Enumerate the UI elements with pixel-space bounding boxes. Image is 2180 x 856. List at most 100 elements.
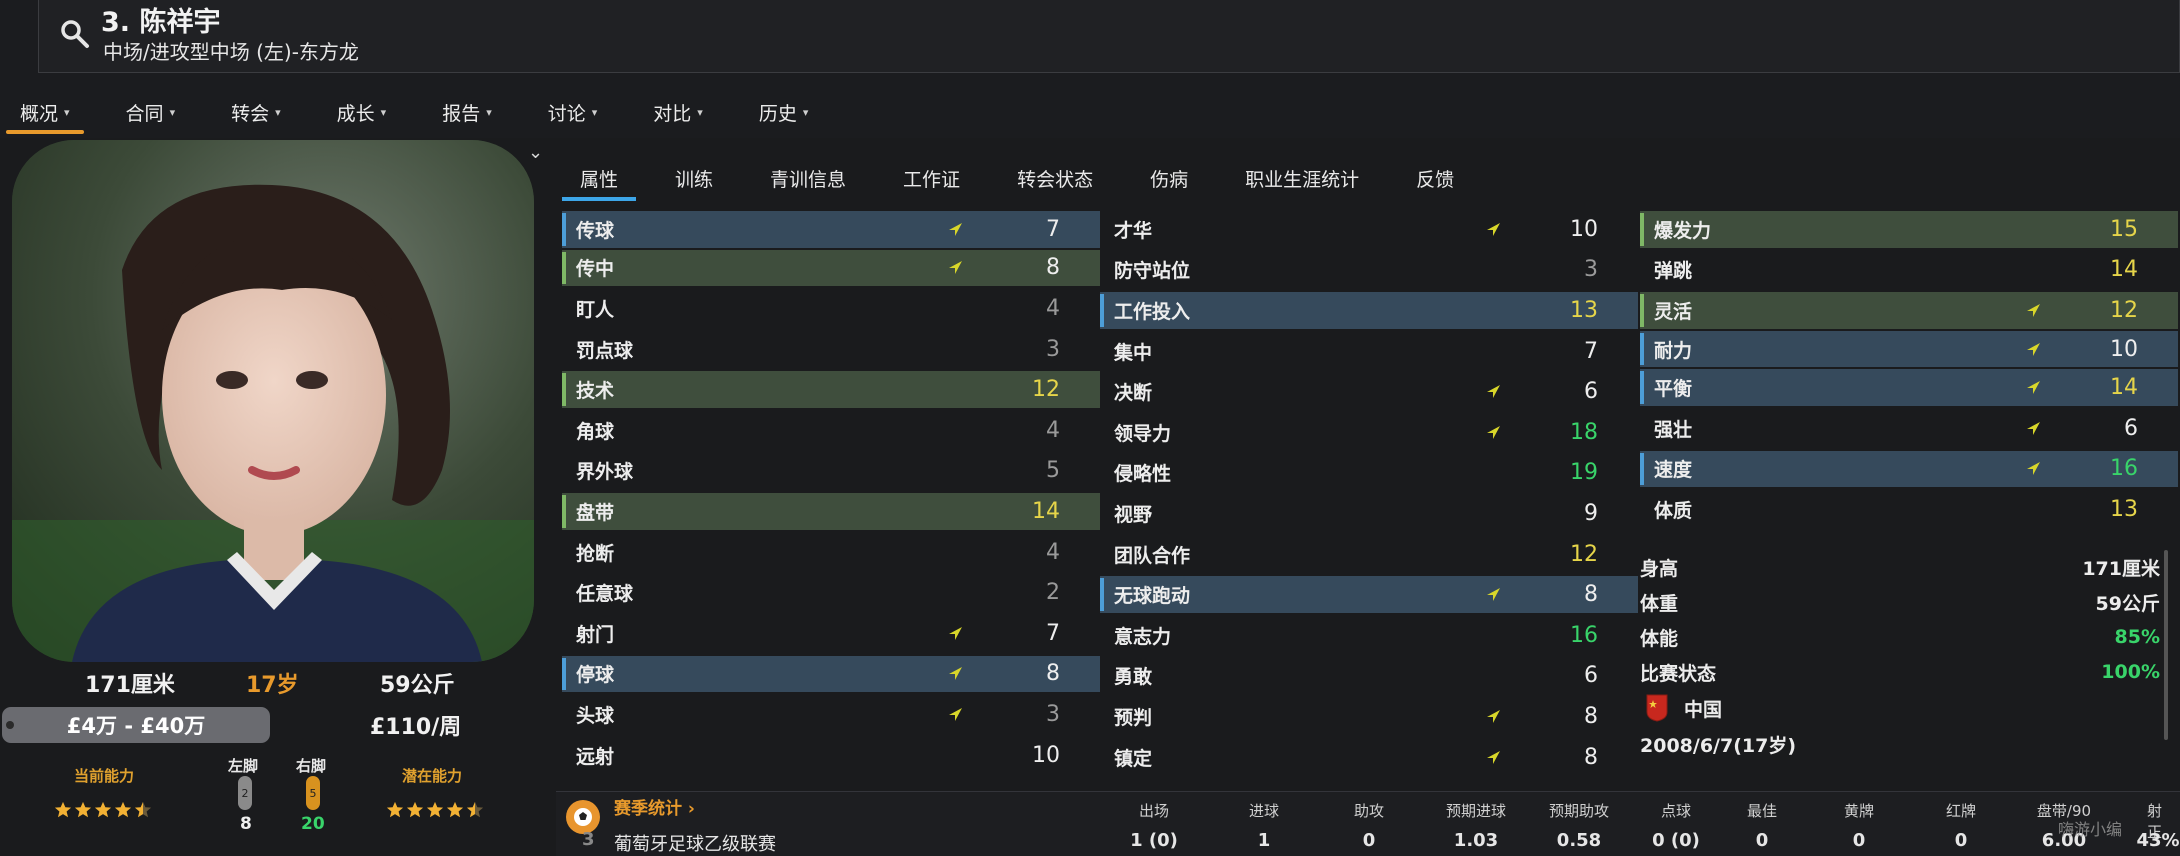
nav-item-3[interactable]: 成长 ▾ [317,90,401,134]
stat-header[interactable]: 红牌 [1946,800,1976,821]
stat-header[interactable]: 预期助攻 [1549,800,1609,821]
star-icon [466,801,484,823]
tab-2[interactable]: 青训信息 [750,158,866,198]
tab-4[interactable]: 转会状态 [997,158,1113,198]
attribute-value: 9 [1584,500,1598,526]
attribute-row-physical-4[interactable]: 平衡 14 [1640,369,2178,406]
info-nation-row[interactable]: 中国 [1640,692,2160,724]
nav-item-5[interactable]: 讨论 ▾ [528,90,612,134]
attribute-row-technical-10[interactable]: 射门 7 [562,613,1100,654]
attribute-value: 12 [1570,541,1598,567]
attribute-row-physical-7[interactable]: 体质 13 [1640,489,2178,530]
info-height-label: 身高 [1640,557,1679,580]
attribute-row-technical-4[interactable]: 技术 12 [562,371,1100,408]
league-name[interactable]: 葡萄牙足球乙级联赛 [614,830,776,856]
nav-item-0[interactable]: 概况 ▾ [0,90,84,134]
attribute-row-technical-3[interactable]: 罚点球 3 [562,329,1100,370]
attribute-row-mental-2[interactable]: 工作投入 13 [1100,292,1638,329]
attribute-row-mental-10[interactable]: 意志力 16 [1100,615,1638,656]
attribute-name: 防守站位 [1114,260,1191,283]
attribute-row-physical-5[interactable]: 强壮 6 [1640,408,2178,449]
tab-7[interactable]: 反馈 [1396,158,1474,198]
league-badge-icon: 3 [582,829,595,850]
attribute-row-technical-1[interactable]: 传中 8 [562,249,1100,287]
attribute-row-mental-7[interactable]: 视野 9 [1100,493,1638,534]
attribute-row-mental-6[interactable]: 侵略性 19 [1100,453,1638,494]
attribute-value: 12 [1032,377,1060,403]
attribute-row-technical-8[interactable]: 抢断 4 [562,532,1100,573]
stat-header[interactable]: 黄牌 [1844,800,1874,821]
right-foot-value: 20 [301,814,325,834]
stat-header[interactable]: 进球 [1249,800,1279,821]
progress-arrow-icon [947,625,964,642]
attribute-value: 16 [1570,622,1598,648]
attribute-row-technical-7[interactable]: 盘带 14 [562,493,1100,530]
attribute-row-technical-0[interactable]: 传球 7 [562,211,1100,248]
attribute-row-mental-12[interactable]: 预判 8 [1100,696,1638,737]
chevron-down-icon: ▾ [591,105,598,119]
star-icon [426,801,444,823]
nav-item-7[interactable]: 历史 ▾ [739,90,823,134]
attribute-row-mental-5[interactable]: 领导力 18 [1100,412,1638,453]
nav-item-1[interactable]: 合同 ▾ [106,90,190,134]
attribute-row-mental-4[interactable]: 决断 6 [1100,371,1638,412]
attribute-row-technical-13[interactable]: 远射 10 [562,735,1100,776]
attribute-value: 3 [1584,257,1598,283]
attribute-name: 传球 [576,219,615,242]
attribute-row-mental-0[interactable]: 才华 10 [1100,209,1638,250]
attribute-row-physical-6[interactable]: 速度 16 [1640,450,2178,488]
attribute-row-mental-11[interactable]: 勇敢 6 [1100,656,1638,697]
info-form-row: 比赛状态 100% [1640,656,2160,688]
attribute-name: 镇定 [1114,747,1153,770]
attribute-row-physical-0[interactable]: 爆发力 15 [1640,211,2178,248]
tab-3[interactable]: 工作证 [883,158,980,198]
progress-arrow-icon [947,221,964,238]
nav-item-label: 讨论 [547,102,586,125]
stat-header[interactable]: 预期进球 [1446,800,1506,821]
attribute-value: 14 [2110,375,2138,401]
stat-header[interactable]: 最佳 [1747,800,1777,821]
nav-item-4[interactable]: 报告 ▾ [422,90,506,134]
height-text: 171厘米 [85,673,175,698]
attribute-row-technical-11[interactable]: 停球 8 [562,655,1100,693]
attribute-row-physical-1[interactable]: 弹跳 14 [1640,250,2178,291]
attribute-row-technical-2[interactable]: 盯人 4 [562,288,1100,329]
nav-item-6[interactable]: 对比 ▾ [633,90,717,134]
progress-arrow-icon [947,706,964,723]
transfer-value-pill[interactable]: £4万 - £40万 [2,707,270,743]
tab-1[interactable]: 训练 [655,158,733,198]
attribute-name: 意志力 [1114,625,1172,648]
tab-6[interactable]: 职业生涯统计 [1225,158,1379,198]
search-icon[interactable] [59,18,91,50]
attribute-row-mental-3[interactable]: 集中 7 [1100,331,1638,372]
collapse-chevron-icon[interactable]: ⌄ [528,142,543,163]
stat-header[interactable]: 点球 [1661,800,1691,821]
attribute-row-technical-12[interactable]: 头球 3 [562,694,1100,735]
stat-value: 0.58 [1556,830,1602,851]
season-stats-link[interactable]: 赛季统计 › [614,794,695,819]
attribute-row-technical-5[interactable]: 角球 4 [562,410,1100,451]
star-icon [94,801,112,823]
nav-item-label: 成长 [336,102,375,125]
stat-header[interactable]: 出场 [1139,800,1169,821]
attribute-row-mental-1[interactable]: 防守站位 3 [1100,250,1638,291]
chevron-down-icon: ▾ [697,105,703,119]
info-height-row: 身高 171厘米 [1640,551,2160,583]
tab-0[interactable]: 属性 [560,158,638,201]
attribute-row-mental-9[interactable]: 无球跑动 8 [1100,576,1638,613]
left-foot-label: 左脚 [228,757,259,775]
nav-item-2[interactable]: 转会 ▾ [211,90,295,134]
attribute-row-technical-6[interactable]: 界外球 5 [562,451,1100,492]
attribute-row-technical-9[interactable]: 任意球 2 [562,572,1100,613]
tab-5[interactable]: 伤病 [1130,158,1208,198]
attribute-value: 7 [1584,338,1598,364]
attribute-row-physical-2[interactable]: 灵活 12 [1640,292,2178,329]
attribute-value: 13 [2110,496,2138,522]
attribute-row-physical-3[interactable]: 耐力 10 [1640,330,2178,368]
weight-text: 59公斤 [380,673,455,698]
stat-header[interactable]: 助攻 [1354,800,1384,821]
attribute-value: 15 [2110,216,2138,242]
attribute-row-mental-8[interactable]: 团队合作 12 [1100,534,1638,575]
info-scrollbar[interactable] [2164,550,2168,740]
attribute-row-mental-13[interactable]: 镇定 8 [1100,737,1638,778]
